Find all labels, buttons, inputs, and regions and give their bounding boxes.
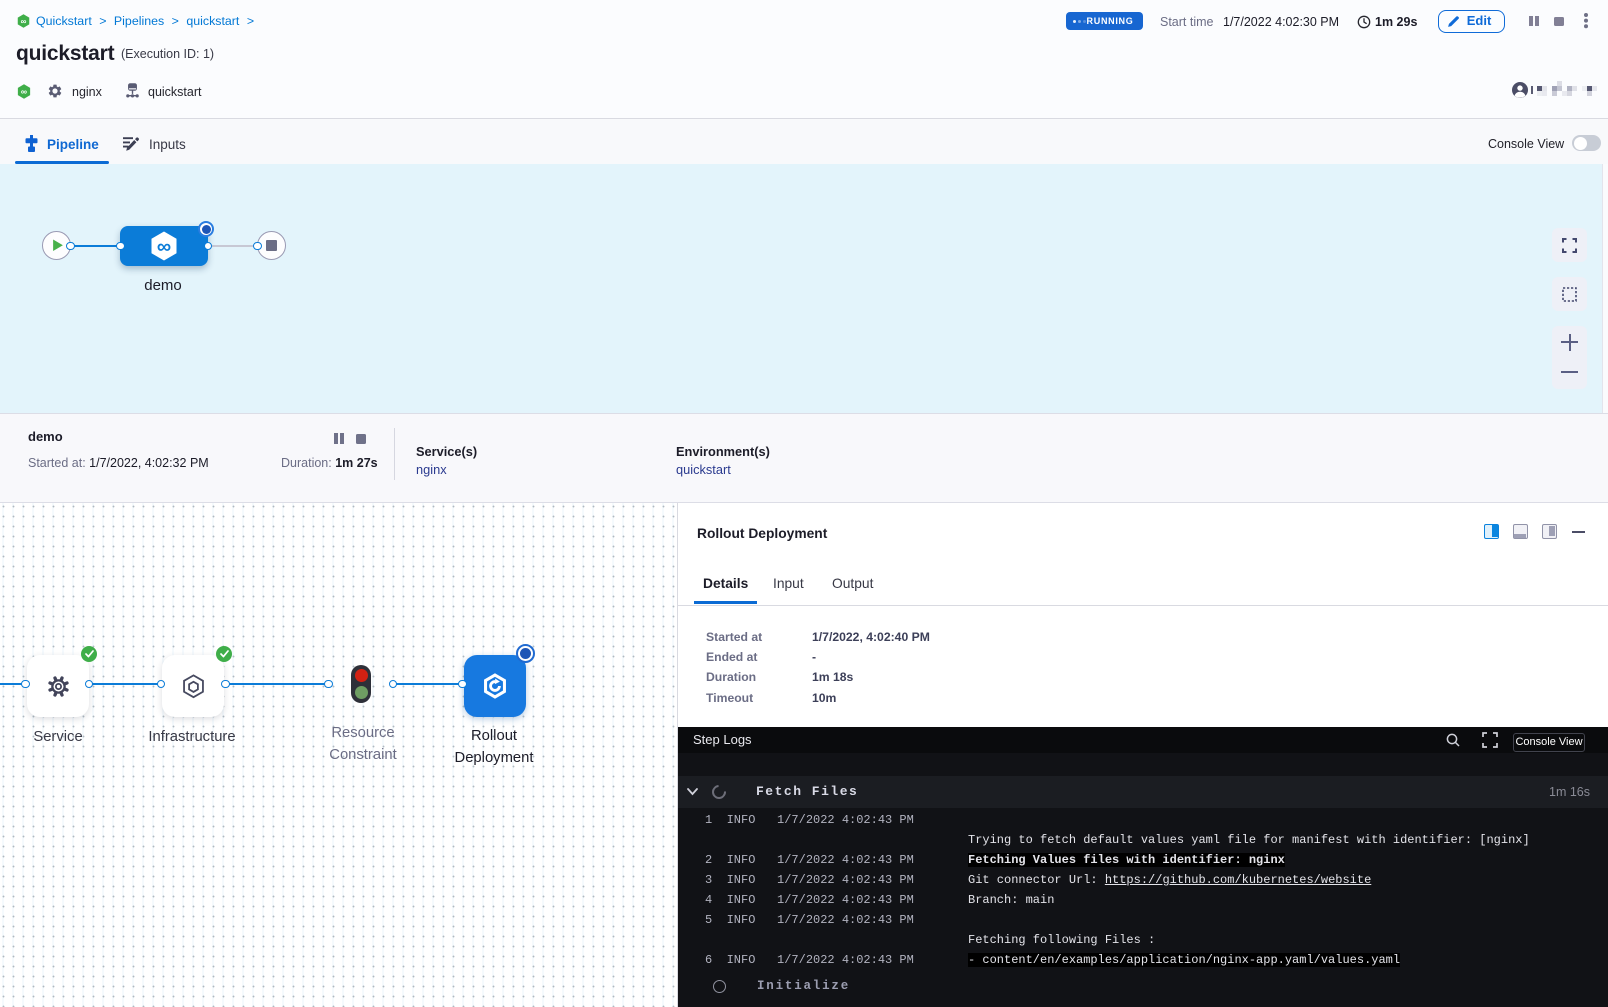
svg-text:∞: ∞: [157, 236, 171, 258]
svg-text:∞: ∞: [21, 86, 27, 96]
svg-text:∞: ∞: [21, 17, 27, 26]
